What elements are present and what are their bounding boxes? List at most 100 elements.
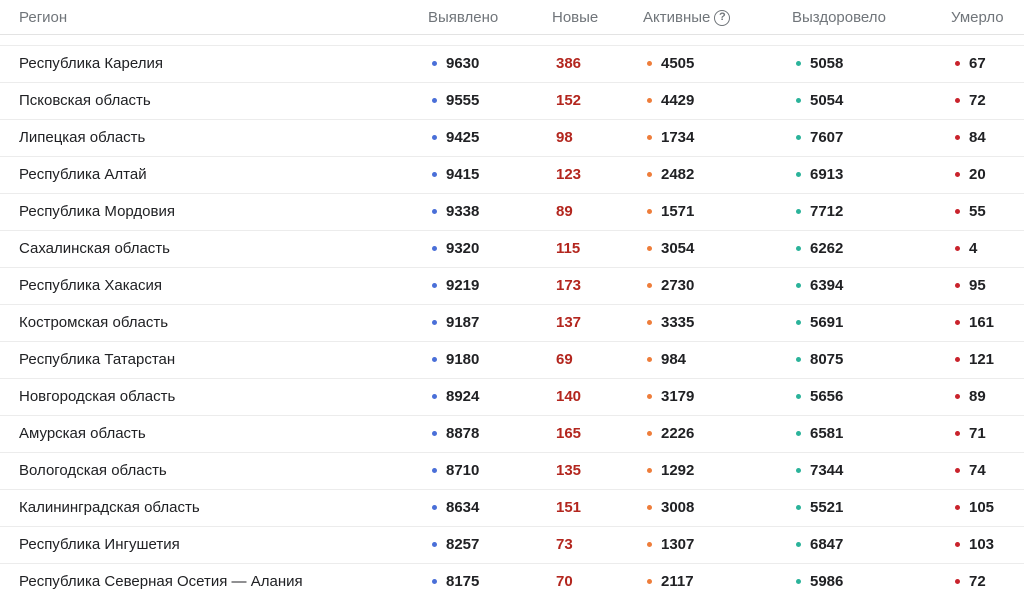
new-value: 151 <box>556 499 582 516</box>
new-value: 140 <box>556 388 582 405</box>
confirmed-value: 9425 <box>446 129 480 146</box>
confirmed-value: 9630 <box>446 55 480 72</box>
active-dot-icon <box>647 246 652 251</box>
deaths-value: 72 <box>969 92 986 109</box>
region-name: Вологодская область <box>19 462 167 479</box>
active-dot-icon <box>647 468 652 473</box>
deaths-dot-icon <box>955 542 960 547</box>
confirmed-dot-icon <box>432 246 437 251</box>
recovered-value: 5986 <box>810 573 844 590</box>
confirmed-dot-icon <box>432 542 437 547</box>
table-row[interactable]: Республика Ингушетия 8257 73 1307 6847 1… <box>0 527 1024 564</box>
active-dot-icon <box>647 61 652 66</box>
region-name: Республика Ингушетия <box>19 536 180 553</box>
recovered-dot-icon <box>796 135 801 140</box>
active-value: 3008 <box>661 499 695 516</box>
confirmed-dot-icon <box>432 283 437 288</box>
deaths-value: 4 <box>969 240 978 257</box>
header-deaths[interactable]: Умерло <box>951 9 1004 26</box>
table-row[interactable]: Псковская область 9555 152 4429 5054 72 <box>0 83 1024 120</box>
recovered-dot-icon <box>796 320 801 325</box>
new-value: 165 <box>556 425 582 442</box>
new-value: 70 <box>556 573 573 590</box>
table-row[interactable]: Калининградская область 8634 151 3008 55… <box>0 490 1024 527</box>
deaths-dot-icon <box>955 468 960 473</box>
confirmed-dot-icon <box>432 468 437 473</box>
header-confirmed[interactable]: Выявлено <box>428 9 498 26</box>
recovered-dot-icon <box>796 579 801 584</box>
table-row[interactable]: Республика Северная Осетия — Алания 8175… <box>0 564 1024 600</box>
confirmed-value: 9555 <box>446 92 480 109</box>
confirmed-value: 8634 <box>446 499 480 516</box>
recovered-dot-icon <box>796 246 801 251</box>
confirmed-value: 9219 <box>446 277 480 294</box>
recovered-dot-icon <box>796 209 801 214</box>
active-value: 4505 <box>661 55 695 72</box>
active-dot-icon <box>647 357 652 362</box>
table-row[interactable]: Республика Алтай 9415 123 2482 6913 20 <box>0 157 1024 194</box>
region-name: Новгородская область <box>19 388 176 405</box>
active-dot-icon <box>647 320 652 325</box>
recovered-dot-icon <box>796 394 801 399</box>
table-row[interactable]: Республика Хакасия 9219 173 2730 6394 95 <box>0 268 1024 305</box>
header-active-label: Активные <box>643 9 711 26</box>
table-row[interactable]: Амурская область 8878 165 2226 6581 71 <box>0 416 1024 453</box>
new-value: 137 <box>556 314 582 331</box>
recovered-value: 6913 <box>810 166 844 183</box>
deaths-dot-icon <box>955 320 960 325</box>
active-dot-icon <box>647 394 652 399</box>
header-recovered[interactable]: Выздоровело <box>792 9 886 26</box>
deaths-dot-icon <box>955 98 960 103</box>
recovered-dot-icon <box>796 357 801 362</box>
header-active[interactable]: Активные ? <box>643 9 731 26</box>
recovered-value: 6581 <box>810 425 844 442</box>
header-region[interactable]: Регион <box>19 9 67 26</box>
recovered-value: 5691 <box>810 314 844 331</box>
recovered-value: 6394 <box>810 277 844 294</box>
active-value: 2730 <box>661 277 695 294</box>
active-dot-icon <box>647 542 652 547</box>
confirmed-dot-icon <box>432 98 437 103</box>
recovered-value: 5521 <box>810 499 844 516</box>
new-value: 386 <box>556 55 582 72</box>
active-value: 3054 <box>661 240 695 257</box>
recovered-value: 7607 <box>810 129 844 146</box>
active-dot-icon <box>647 172 652 177</box>
deaths-dot-icon <box>955 283 960 288</box>
table-row[interactable]: Костромская область 9187 137 3335 5691 1… <box>0 305 1024 342</box>
new-value: 115 <box>556 240 581 257</box>
confirmed-value: 9180 <box>446 351 480 368</box>
table-row[interactable]: Липецкая область 9425 98 1734 7607 84 <box>0 120 1024 157</box>
region-name: Калининградская область <box>19 499 200 516</box>
deaths-dot-icon <box>955 394 960 399</box>
region-name: Республика Татарстан <box>19 351 176 368</box>
header-new[interactable]: Новые <box>552 9 598 26</box>
active-value: 1307 <box>661 536 695 553</box>
table-row[interactable]: Республика Мордовия 9338 89 1571 7712 55 <box>0 194 1024 231</box>
table-row[interactable]: Вологодская область 8710 135 1292 7344 7… <box>0 453 1024 490</box>
recovered-dot-icon <box>796 172 801 177</box>
recovered-value: 5054 <box>810 92 844 109</box>
deaths-dot-icon <box>955 431 960 436</box>
deaths-value: 95 <box>969 277 986 294</box>
table-row[interactable]: Республика Татарстан 9180 69 984 8075 12… <box>0 342 1024 379</box>
active-value: 2482 <box>661 166 695 183</box>
region-name: Амурская область <box>19 425 146 442</box>
confirmed-dot-icon <box>432 431 437 436</box>
help-icon[interactable]: ? <box>714 9 731 26</box>
confirmed-value: 8257 <box>446 536 480 553</box>
table-row[interactable]: Республика Карелия 9630 386 4505 5058 67 <box>0 46 1024 83</box>
active-dot-icon <box>647 98 652 103</box>
active-dot-icon <box>647 209 652 214</box>
deaths-dot-icon <box>955 246 960 251</box>
region-name: Псковская область <box>19 92 151 109</box>
recovered-dot-icon <box>796 505 801 510</box>
recovered-value: 7344 <box>810 462 844 479</box>
active-dot-icon <box>647 579 652 584</box>
table-row[interactable]: Новгородская область 8924 140 3179 5656 … <box>0 379 1024 416</box>
new-value: 73 <box>556 536 573 553</box>
recovered-dot-icon <box>796 61 801 66</box>
table-row[interactable]: Сахалинская область 9320 115 3054 6262 4 <box>0 231 1024 268</box>
confirmed-value: 8878 <box>446 425 480 442</box>
region-name: Сахалинская область <box>19 240 170 257</box>
